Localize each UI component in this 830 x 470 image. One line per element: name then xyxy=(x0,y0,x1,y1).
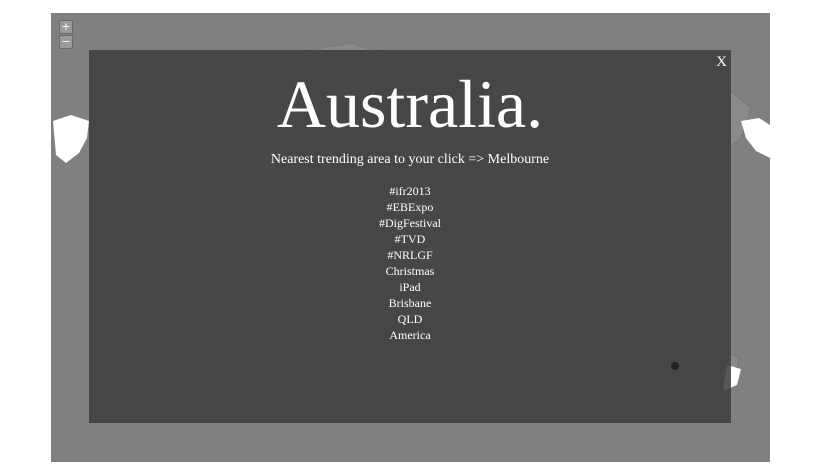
trend-list: #ifr2013 #EBExpo #DigFestival #TVD #NRLG… xyxy=(89,183,731,343)
nearest-area-text: Nearest trending area to your click => M… xyxy=(270,152,550,167)
location-marker xyxy=(671,362,679,370)
chukotka-highlight xyxy=(741,118,770,158)
zoom-in-button[interactable]: + xyxy=(59,20,73,34)
world-map[interactable]: + − X Australia. Nearest trending area t… xyxy=(51,13,770,462)
country-trends-popup: X Australia. Nearest trending area to yo… xyxy=(89,50,731,423)
country-title: Australia. xyxy=(276,66,544,142)
trend-item[interactable]: iPad xyxy=(89,279,731,295)
trend-item[interactable]: Brisbane xyxy=(89,295,731,311)
trend-item[interactable]: #ifr2013 xyxy=(89,183,731,199)
trend-item[interactable]: #DigFestival xyxy=(89,215,731,231)
trend-item[interactable]: #EBExpo xyxy=(89,199,731,215)
zoom-out-button[interactable]: − xyxy=(59,35,73,49)
trend-item[interactable]: #NRLGF xyxy=(89,247,731,263)
alaska-highlight xyxy=(53,115,89,163)
trend-item[interactable]: #TVD xyxy=(89,231,731,247)
trend-item[interactable]: Christmas xyxy=(89,263,731,279)
trend-item[interactable]: America xyxy=(89,327,731,343)
trend-item[interactable]: QLD xyxy=(89,311,731,327)
